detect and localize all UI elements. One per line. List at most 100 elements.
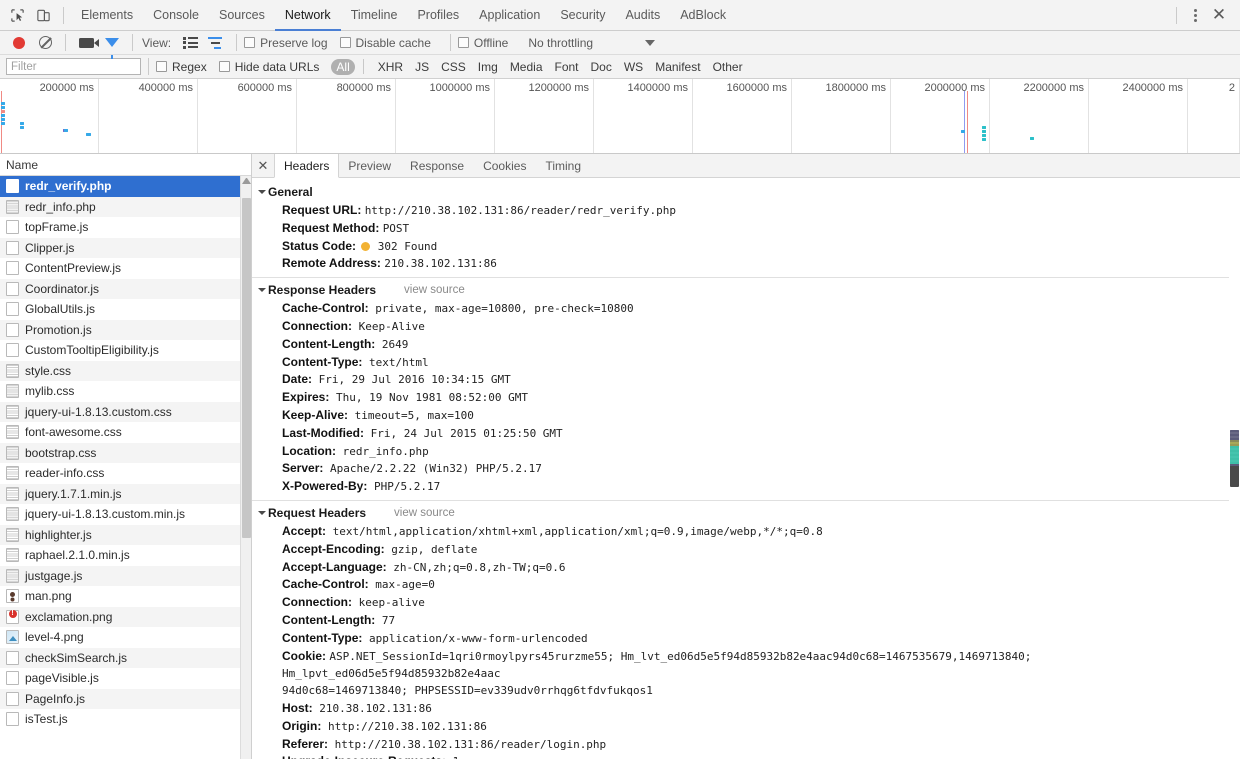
request-list-item[interactable]: ContentPreview.js	[0, 258, 251, 279]
header-value: text/html	[362, 355, 429, 369]
regex-checkbox[interactable]: Regex	[156, 60, 207, 74]
request-list-item[interactable]: man.png	[0, 586, 251, 607]
filter-type-manifest[interactable]: Manifest	[649, 59, 706, 75]
offline-checkbox[interactable]: Offline	[457, 36, 508, 50]
request-list-body[interactable]: redr_verify.php redr_info.php topFrame.js C…	[0, 176, 251, 759]
header-key: Cache-Control:	[282, 301, 369, 316]
filter-type-other[interactable]: Other	[707, 59, 749, 75]
overview-tick-label: 1800000 ms	[825, 82, 886, 94]
filter-type-img[interactable]: Img	[472, 59, 504, 75]
network-overview-timeline[interactable]: 200000 ms 400000 ms 600000 ms 800000 ms …	[0, 79, 1240, 154]
request-list-item[interactable]: Clipper.js	[0, 237, 251, 258]
request-list-item[interactable]: highlighter.js	[0, 524, 251, 545]
tab-application[interactable]: Application	[469, 0, 550, 31]
inspect-element-icon[interactable]	[4, 2, 30, 28]
request-list-item[interactable]: redr_verify.php	[0, 176, 251, 197]
response-view-source-link[interactable]: view source	[404, 284, 465, 296]
more-options-icon[interactable]	[1184, 8, 1206, 22]
filter-type-doc[interactable]: Doc	[585, 59, 618, 75]
offline-box[interactable]	[457, 37, 469, 48]
request-list-item[interactable]: level-4.png	[0, 627, 251, 648]
disable-cache-box[interactable]	[339, 37, 351, 48]
detail-tab-preview[interactable]: Preview	[339, 154, 401, 177]
header-value: application/x-www-form-urlencoded	[362, 631, 588, 645]
header-row: Referer: http://210.38.102.131:86/reader…	[260, 736, 1240, 754]
clear-button[interactable]	[32, 30, 58, 56]
filter-type-all[interactable]: All	[331, 58, 355, 75]
detail-tab-response[interactable]: Response	[401, 154, 474, 177]
tab-timeline[interactable]: Timeline	[341, 0, 408, 31]
detail-tab-headers[interactable]: Headers	[274, 154, 340, 178]
hide-data-urls-checkbox[interactable]: Hide data URLs	[218, 60, 319, 74]
request-list-item[interactable]: CustomTooltipEligibility.js	[0, 340, 251, 361]
request-list-item[interactable]: isTest.js	[0, 709, 251, 730]
request-list-item[interactable]: PageInfo.js	[0, 688, 251, 709]
request-list-item[interactable]: pageVisible.js	[0, 668, 251, 689]
overview-tick-label: 1400000 ms	[627, 82, 688, 94]
filter-type-css[interactable]: CSS	[435, 59, 472, 75]
throttling-select[interactable]: No throttling	[528, 36, 593, 50]
details-scrollbar-thumb[interactable]	[1230, 430, 1239, 487]
tab-adblock[interactable]: AdBlock	[670, 0, 736, 31]
request-list-item[interactable]: checkSimSearch.js	[0, 647, 251, 668]
request-list-scrollbar[interactable]	[240, 176, 251, 759]
toggle-device-toolbar-icon[interactable]	[30, 2, 56, 28]
capture-screenshots-button[interactable]	[73, 30, 99, 56]
view-waterfall-button[interactable]	[203, 30, 229, 56]
disable-cache-checkbox[interactable]: Disable cache	[339, 36, 431, 50]
request-list-item[interactable]: jquery-ui-1.8.13.custom.min.js	[0, 504, 251, 525]
hide-data-urls-box[interactable]	[218, 61, 230, 72]
load-event-marker-2	[967, 91, 968, 153]
request-list-item[interactable]: GlobalUtils.js	[0, 299, 251, 320]
request-list-item[interactable]: Coordinator.js	[0, 278, 251, 299]
scrollbar-thumb[interactable]	[242, 198, 251, 538]
record-button[interactable]	[6, 30, 32, 56]
request-list-item[interactable]: redr_info.php	[0, 196, 251, 217]
tab-profiles[interactable]: Profiles	[407, 0, 469, 31]
preserve-log-box[interactable]	[244, 37, 256, 48]
filter-type-ws[interactable]: WS	[618, 59, 649, 75]
response-headers-header[interactable]: Response Headers view source	[258, 282, 1240, 300]
tab-audits[interactable]: Audits	[615, 0, 670, 31]
general-section-header[interactable]: General	[258, 184, 1240, 202]
request-list-item[interactable]: raphael.2.1.0.min.js	[0, 545, 251, 566]
tab-sources[interactable]: Sources	[209, 0, 275, 31]
detail-tab-cookies[interactable]: Cookies	[474, 154, 536, 177]
tab-network[interactable]: Network	[274, 0, 341, 31]
header-value: 210.38.102.131:86	[312, 701, 432, 715]
filter-input[interactable]	[6, 58, 141, 75]
tab-console[interactable]: Console	[143, 0, 209, 31]
request-list-item[interactable]: Promotion.js	[0, 319, 251, 340]
request-list-item[interactable]: font-awesome.css	[0, 422, 251, 443]
filter-type-font[interactable]: Font	[549, 59, 585, 75]
devtools-window: Elements Console Sources Network Timelin…	[0, 0, 1240, 759]
close-devtools-icon[interactable]: ✕	[1206, 2, 1232, 28]
request-view-source-link[interactable]: view source	[394, 507, 455, 519]
scroll-up-arrow-icon[interactable]	[242, 178, 251, 184]
request-list-item[interactable]: jquery.1.7.1.min.js	[0, 483, 251, 504]
filter-type-media[interactable]: Media	[504, 59, 549, 75]
preserve-log-checkbox[interactable]: Preserve log	[244, 36, 328, 50]
details-scrollbar[interactable]	[1229, 178, 1240, 759]
tab-security[interactable]: Security	[550, 0, 615, 31]
filter-type-js[interactable]: JS	[409, 59, 435, 75]
view-list-button[interactable]	[177, 30, 203, 56]
request-list-item[interactable]: style.css	[0, 360, 251, 381]
chevron-down-icon[interactable]	[645, 39, 656, 46]
request-list-item[interactable]: jquery-ui-1.8.13.custom.css	[0, 401, 251, 422]
request-list-item[interactable]: bootstrap.css	[0, 442, 251, 463]
request-list-item[interactable]: exclamation.png	[0, 606, 251, 627]
overview-request-bar	[20, 122, 24, 125]
filter-type-xhr[interactable]: XHR	[372, 59, 409, 75]
tab-elements[interactable]: Elements	[71, 0, 143, 31]
filter-toggle-button[interactable]	[99, 30, 125, 59]
regex-box[interactable]	[156, 61, 167, 72]
detail-tab-timing[interactable]: Timing	[536, 154, 591, 177]
request-list-item[interactable]: mylib.css	[0, 381, 251, 402]
request-list-item[interactable]: reader-info.css	[0, 463, 251, 484]
request-headers-header[interactable]: Request Headers view source	[258, 505, 1240, 523]
close-details-icon[interactable]: ✕	[252, 154, 274, 177]
request-list-item[interactable]: justgage.js	[0, 565, 251, 586]
request-list-item[interactable]: topFrame.js	[0, 217, 251, 238]
header-row: Request Method: POST	[260, 220, 1240, 238]
